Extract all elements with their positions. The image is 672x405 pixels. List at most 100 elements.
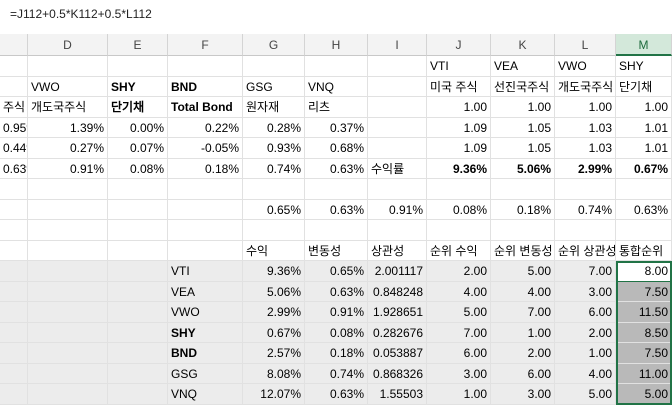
cell-i-13[interactable]: 0.282676 bbox=[368, 322, 427, 343]
cell-m-15[interactable]: 11.00 bbox=[616, 363, 672, 384]
cell-l-9[interactable]: 순위 상관성 bbox=[555, 240, 616, 261]
cell-j-10[interactable]: 2.00 bbox=[427, 261, 491, 282]
cell-j-2[interactable]: 1.00 bbox=[427, 97, 491, 118]
cell-g-16[interactable]: 12.07% bbox=[243, 384, 305, 405]
cell-k-1[interactable]: 선진국주식 bbox=[491, 76, 555, 97]
cell-e-2[interactable]: 단기채 bbox=[108, 97, 168, 118]
cell-k-12[interactable]: 7.00 bbox=[491, 302, 555, 323]
cell-g-12[interactable]: 2.99% bbox=[243, 302, 305, 323]
column-header-m[interactable]: M bbox=[616, 34, 672, 56]
cell-f-13[interactable]: SHY bbox=[168, 322, 243, 343]
cell-f-12[interactable]: VWO bbox=[168, 302, 243, 323]
cell-i-0[interactable] bbox=[368, 56, 427, 77]
cell-j-15[interactable]: 3.00 bbox=[427, 363, 491, 384]
cell-l-15[interactable]: 4.00 bbox=[555, 363, 616, 384]
cell-g-14[interactable]: 2.57% bbox=[243, 343, 305, 364]
cell-e-16[interactable] bbox=[108, 384, 168, 405]
cell-l-11[interactable]: 3.00 bbox=[555, 281, 616, 302]
cell-k-13[interactable]: 1.00 bbox=[491, 322, 555, 343]
cell-f-2[interactable]: Total Bond bbox=[168, 97, 243, 118]
cell-j-7[interactable]: 0.08% bbox=[427, 199, 491, 220]
cell-k-3[interactable]: 1.05 bbox=[491, 117, 555, 138]
cell-m-3[interactable]: 1.01 bbox=[616, 117, 672, 138]
column-header-h[interactable]: H bbox=[305, 34, 368, 56]
cell-l-5[interactable]: 2.99% bbox=[555, 158, 616, 179]
cell-f-7[interactable] bbox=[168, 199, 243, 220]
cell-e-5[interactable]: 0.08% bbox=[108, 158, 168, 179]
cell-c-2[interactable]: 주식 bbox=[0, 97, 28, 118]
cell-k-8[interactable] bbox=[491, 220, 555, 241]
cell-e-15[interactable] bbox=[108, 363, 168, 384]
cell-g-13[interactable]: 0.67% bbox=[243, 322, 305, 343]
cell-m-8[interactable] bbox=[616, 220, 672, 241]
cell-f-11[interactable]: VEA bbox=[168, 281, 243, 302]
column-header-e[interactable]: E bbox=[108, 34, 168, 56]
cell-g-11[interactable]: 5.06% bbox=[243, 281, 305, 302]
cell-d-12[interactable] bbox=[28, 302, 108, 323]
cell-c-6[interactable] bbox=[0, 179, 28, 200]
cell-c-16[interactable] bbox=[0, 384, 28, 405]
cell-d-4[interactable]: 0.27% bbox=[28, 138, 108, 159]
cell-k-11[interactable]: 4.00 bbox=[491, 281, 555, 302]
cell-l-14[interactable]: 1.00 bbox=[555, 343, 616, 364]
cell-h-2[interactable]: 리츠 bbox=[305, 97, 368, 118]
cell-e-13[interactable] bbox=[108, 322, 168, 343]
cell-i-16[interactable]: 1.55503 bbox=[368, 384, 427, 405]
cell-h-13[interactable]: 0.08% bbox=[305, 322, 368, 343]
cell-i-7[interactable]: 0.91% bbox=[368, 199, 427, 220]
cell-j-12[interactable]: 5.00 bbox=[427, 302, 491, 323]
cell-d-14[interactable] bbox=[28, 343, 108, 364]
column-header-d[interactable]: D bbox=[28, 34, 108, 56]
cell-i-3[interactable] bbox=[368, 117, 427, 138]
cell-l-6[interactable] bbox=[555, 179, 616, 200]
cell-i-14[interactable]: 0.053887 bbox=[368, 343, 427, 364]
cell-d-10[interactable] bbox=[28, 261, 108, 282]
cell-d-15[interactable] bbox=[28, 363, 108, 384]
cell-e-0[interactable] bbox=[108, 56, 168, 77]
cell-m-14[interactable]: 7.50 bbox=[616, 343, 672, 364]
cell-d-0[interactable] bbox=[28, 56, 108, 77]
cell-l-7[interactable]: 0.74% bbox=[555, 199, 616, 220]
cell-i-10[interactable]: 2.001117 bbox=[368, 261, 427, 282]
cell-k-14[interactable]: 2.00 bbox=[491, 343, 555, 364]
column-header-c[interactable] bbox=[0, 34, 28, 56]
cell-h-11[interactable]: 0.63% bbox=[305, 281, 368, 302]
cell-j-9[interactable]: 순위 수익 bbox=[427, 240, 491, 261]
cell-j-5[interactable]: 9.36% bbox=[427, 158, 491, 179]
cell-m-12[interactable]: 11.50 bbox=[616, 302, 672, 323]
cell-h-15[interactable]: 0.74% bbox=[305, 363, 368, 384]
cell-i-8[interactable] bbox=[368, 220, 427, 241]
cell-i-2[interactable] bbox=[368, 97, 427, 118]
cell-m-2[interactable]: 1.00 bbox=[616, 97, 672, 118]
cell-h-3[interactable]: 0.37% bbox=[305, 117, 368, 138]
cell-c-5[interactable]: 0.63% bbox=[0, 158, 28, 179]
cell-c-11[interactable] bbox=[0, 281, 28, 302]
cell-l-4[interactable]: 1.03 bbox=[555, 138, 616, 159]
cell-e-1[interactable]: SHY bbox=[108, 76, 168, 97]
cell-d-11[interactable] bbox=[28, 281, 108, 302]
cell-h-6[interactable] bbox=[305, 179, 368, 200]
cell-f-9[interactable] bbox=[168, 240, 243, 261]
cell-g-5[interactable]: 0.74% bbox=[243, 158, 305, 179]
cell-g-8[interactable] bbox=[243, 220, 305, 241]
cell-d-3[interactable]: 1.39% bbox=[28, 117, 108, 138]
cell-l-12[interactable]: 6.00 bbox=[555, 302, 616, 323]
cell-l-0[interactable]: VWO bbox=[555, 56, 616, 77]
cell-m-0[interactable]: SHY bbox=[616, 56, 672, 77]
cell-m-11[interactable]: 7.50 bbox=[616, 281, 672, 302]
cell-e-9[interactable] bbox=[108, 240, 168, 261]
cell-i-4[interactable] bbox=[368, 138, 427, 159]
cell-i-5[interactable]: 수익률 bbox=[368, 158, 427, 179]
cell-e-11[interactable] bbox=[108, 281, 168, 302]
formula-text[interactable]: =J112+0.5*K112+0.5*L112 bbox=[10, 7, 152, 21]
cell-k-5[interactable]: 5.06% bbox=[491, 158, 555, 179]
cell-j-6[interactable] bbox=[427, 179, 491, 200]
cell-h-5[interactable]: 0.63% bbox=[305, 158, 368, 179]
cell-j-11[interactable]: 4.00 bbox=[427, 281, 491, 302]
column-header-l[interactable]: L bbox=[555, 34, 616, 56]
cell-f-0[interactable] bbox=[168, 56, 243, 77]
cell-m-5[interactable]: 0.67% bbox=[616, 158, 672, 179]
cell-m-7[interactable]: 0.63% bbox=[616, 199, 672, 220]
cell-j-13[interactable]: 7.00 bbox=[427, 322, 491, 343]
cell-m-9[interactable]: 통합순위 bbox=[616, 240, 672, 261]
